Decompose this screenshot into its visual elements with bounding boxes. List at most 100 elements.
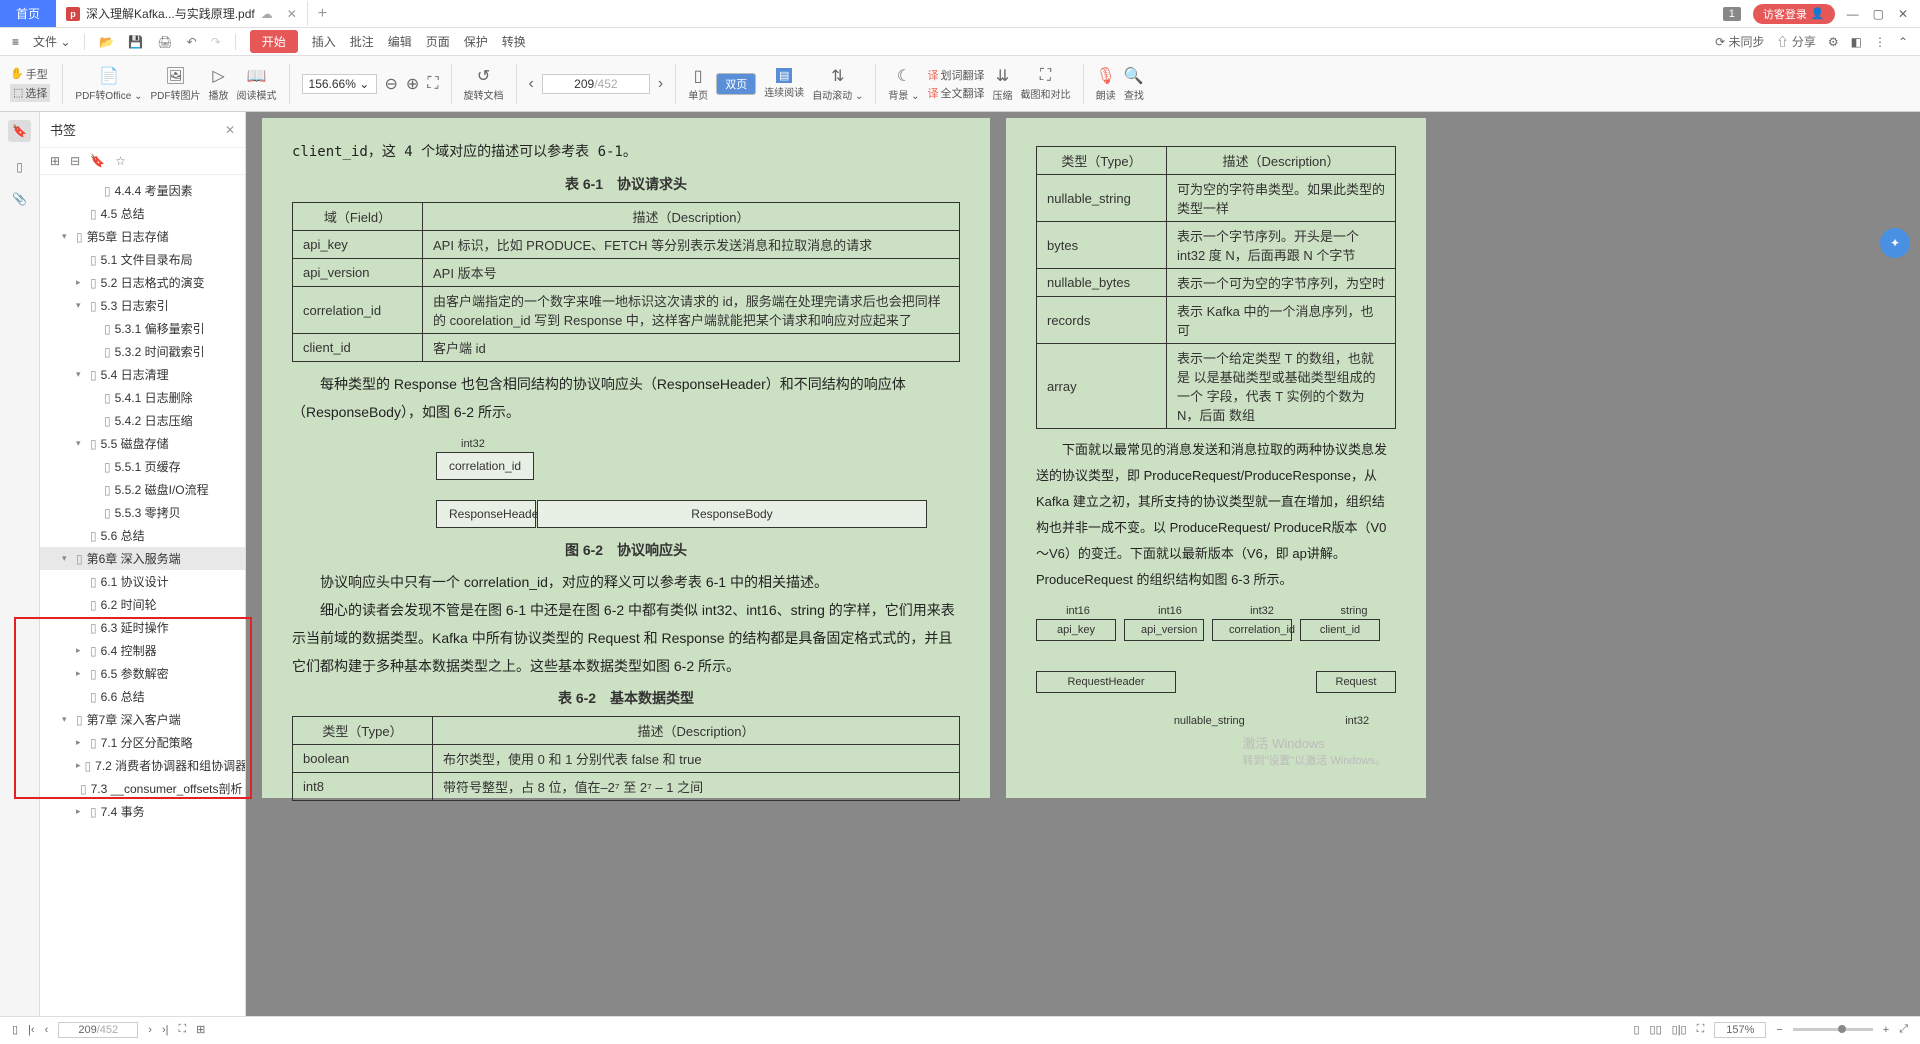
attachment-rail-icon[interactable]: 📎 [12, 192, 27, 206]
bookmark-item[interactable]: ▸▯6.5 参数解密 [40, 662, 245, 685]
collapse-ribbon-icon[interactable]: ⌃ [1898, 35, 1908, 49]
compress-button[interactable]: ⇊压缩 [993, 66, 1013, 102]
bookmark-item[interactable]: ▾▯5.3 日志索引 [40, 294, 245, 317]
document-view[interactable]: client_id，这 4 个域对应的描述可以参考表 6-1。 表 6-1 协议… [246, 112, 1920, 1016]
bookmark-item[interactable]: ▯5.4.2 日志压缩 [40, 409, 245, 432]
fit-page-icon[interactable]: ⛶ [427, 75, 438, 93]
home-tab[interactable]: 首页 [0, 0, 56, 27]
bookmark-item[interactable]: ▾▯第5章 日志存储 [40, 225, 245, 248]
find-button[interactable]: 🔍查找 [1124, 66, 1144, 102]
auto-scroll-button[interactable]: ⇅自动滚动 ⌄ [812, 66, 863, 102]
bookmark-new-icon[interactable]: ☆ [115, 154, 126, 168]
page-input[interactable]: 209/452 [542, 74, 650, 94]
zoom-out-icon[interactable]: ⊖ [385, 74, 398, 94]
expand-icon[interactable]: ⤢ [1899, 1023, 1908, 1036]
pdf-to-image[interactable]: 🖼PDF转图片 [151, 66, 201, 102]
bookmark-item[interactable]: ▸▯5.2 日志格式的演变 [40, 271, 245, 294]
bookmark-item[interactable]: ▯6.6 总结 [40, 685, 245, 708]
bookmark-item[interactable]: ▯4.5 总结 [40, 202, 245, 225]
bookmark-item[interactable]: ▯5.5.2 磁盘I/O流程 [40, 478, 245, 501]
bookmark-item[interactable]: ▯5.6 总结 [40, 524, 245, 547]
rotate-button[interactable]: ↺旋转文档 [464, 66, 504, 102]
bookmark-item[interactable]: ▯5.3.1 偏移量索引 [40, 317, 245, 340]
bookmark-item[interactable]: ▾▯5.4 日志清理 [40, 363, 245, 386]
file-menu[interactable]: 文件 ⌄ [33, 33, 70, 50]
read-mode-button[interactable]: 📖阅读模式 [237, 66, 277, 102]
single-page-button[interactable]: ▯单页 [688, 66, 708, 102]
bookmark-item[interactable]: ▯7.3 __consumer_offsets剖析 [40, 777, 245, 800]
translate-selection[interactable]: 译划词翻译 [928, 67, 985, 83]
notification-badge[interactable]: 1 [1723, 7, 1741, 21]
prev-page-status-icon[interactable]: ‹ [45, 1024, 49, 1036]
review-menu[interactable]: 批注 [350, 33, 374, 50]
close-window-icon[interactable]: ✕ [1898, 7, 1908, 21]
more-icon[interactable]: ⋮ [1874, 35, 1886, 49]
first-page-icon[interactable]: |‹ [28, 1024, 35, 1036]
thumbnail-rail-icon[interactable]: ▯ [16, 160, 23, 174]
start-menu[interactable]: 开始 [250, 30, 298, 53]
zoom-slider[interactable] [1793, 1028, 1873, 1031]
read-aloud-button[interactable]: 🎙朗读 [1096, 66, 1116, 102]
login-button[interactable]: 访客登录 👤 [1753, 4, 1835, 24]
fullscreen-icon[interactable]: ⛶ [178, 1023, 186, 1036]
zoom-in-icon[interactable]: ⊕ [406, 74, 419, 94]
view-mode-3-icon[interactable]: ▯|▯ [1672, 1023, 1687, 1036]
expand-all-icon[interactable]: ⊞ [50, 154, 60, 168]
bookmark-item[interactable]: ▸▯6.4 控制器 [40, 639, 245, 662]
bookmark-item[interactable]: ▯5.5.3 零拷贝 [40, 501, 245, 524]
zoom-out-status-icon[interactable]: − [1776, 1024, 1782, 1036]
close-panel-icon[interactable]: ✕ [225, 123, 235, 137]
document-tab[interactable]: p 深入理解Kafka...与实践原理.pdf ☁ ✕ [56, 1, 308, 26]
compare-button[interactable]: ⛶截图和对比 [1021, 67, 1071, 101]
text-tool-icon[interactable]: ⊞ [196, 1023, 205, 1036]
bookmark-item[interactable]: ▾▯第6章 深入服务端 [40, 547, 245, 570]
bookmark-item[interactable]: ▯5.4.1 日志删除 [40, 386, 245, 409]
open-icon[interactable]: 📂 [99, 35, 114, 49]
view-mode-2-icon[interactable]: ▯▯ [1650, 1023, 1662, 1036]
maximize-icon[interactable]: ▢ [1873, 7, 1884, 21]
bookmark-item[interactable]: ▯4.4.4 考量因素 [40, 179, 245, 202]
insert-menu[interactable]: 插入 [312, 33, 336, 50]
print-icon[interactable]: 🖨 [157, 35, 172, 49]
next-page-status-icon[interactable]: › [148, 1024, 152, 1036]
hand-tool[interactable]: ✋手型 [10, 66, 50, 82]
settings-icon[interactable]: ⚙ [1828, 35, 1839, 49]
panel-toggle-icon[interactable]: ▯ [12, 1023, 18, 1036]
close-tab-icon[interactable]: ✕ [287, 7, 297, 21]
prev-page-icon[interactable]: ‹ [529, 75, 534, 93]
bookmark-item[interactable]: ▯5.3.2 时间戳索引 [40, 340, 245, 363]
collapse-all-icon[interactable]: ⊟ [70, 154, 80, 168]
skin-icon[interactable]: ◧ [1851, 35, 1862, 49]
last-page-icon[interactable]: ›| [162, 1024, 169, 1036]
redo-icon[interactable]: ↷ [211, 35, 221, 49]
bookmark-item[interactable]: ▯6.3 延时操作 [40, 616, 245, 639]
undo-icon[interactable]: ↶ [187, 35, 197, 49]
bookmark-add-icon[interactable]: 🔖 [90, 154, 105, 168]
bookmark-item[interactable]: ▯5.5.1 页缓存 [40, 455, 245, 478]
share-button[interactable]: ⇧ 分享 [1776, 33, 1815, 50]
status-page-input[interactable]: 209/452 [58, 1022, 138, 1038]
pdf-to-office[interactable]: 📄PDF转Office ⌄ [75, 66, 142, 102]
bookmark-item[interactable]: ▸▯7.4 事务 [40, 800, 245, 823]
continuous-button[interactable]: ▤连续阅读 [764, 68, 804, 99]
select-tool[interactable]: ⬚选择 [10, 84, 50, 102]
protect-menu[interactable]: 保护 [464, 33, 488, 50]
bookmark-item[interactable]: ▾▯5.5 磁盘存储 [40, 432, 245, 455]
play-button[interactable]: ▷播放 [209, 66, 229, 102]
bookmark-item[interactable]: ▾▯第7章 深入客户端 [40, 708, 245, 731]
convert-menu[interactable]: 转换 [502, 33, 526, 50]
bookmark-item[interactable]: ▯5.1 文件目录布局 [40, 248, 245, 271]
new-tab-button[interactable]: + [308, 1, 337, 27]
background-button[interactable]: ☾背景 ⌄ [888, 66, 919, 102]
bookmark-item[interactable]: ▸▯7.1 分区分配策略 [40, 731, 245, 754]
double-page-button[interactable]: 双页 [716, 73, 756, 95]
sync-status[interactable]: ⟳ 未同步 [1715, 33, 1764, 50]
minimize-icon[interactable]: — [1847, 7, 1859, 21]
bookmark-rail-icon[interactable]: 🔖 [8, 120, 31, 142]
bookmark-item[interactable]: ▯6.1 协议设计 [40, 570, 245, 593]
translate-full[interactable]: 译全文翻译 [928, 85, 985, 101]
float-assistant-button[interactable]: ✦ [1880, 228, 1910, 258]
bookmark-item[interactable]: ▯6.2 时间轮 [40, 593, 245, 616]
view-mode-1-icon[interactable]: ▯ [1633, 1023, 1639, 1036]
pages-menu[interactable]: 页面 [426, 33, 450, 50]
